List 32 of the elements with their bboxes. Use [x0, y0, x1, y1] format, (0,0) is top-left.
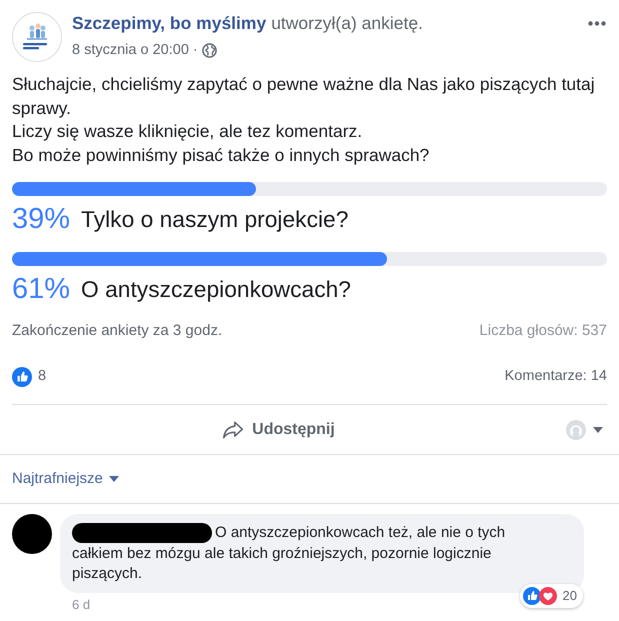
person-icon [566, 420, 586, 440]
poll-option-label[interactable]: O antyszczepionkowcach? [81, 278, 351, 300]
poll-option-label[interactable]: Tylko o naszym projekcie? [81, 208, 348, 230]
comment-age[interactable]: 6 d [72, 596, 90, 612]
share-button[interactable]: Udostępnij [222, 412, 335, 448]
post-text: Liczy się wasze kliknięcie, ale tez komentarz. [12, 120, 364, 143]
caret-icon [593, 426, 603, 432]
poll-time-left: Zakończenie ankiety za 3 godz. [12, 321, 222, 341]
reaction-count: 20 [562, 586, 577, 605]
logo-icon[interactable] [12, 12, 62, 62]
globe-icon [202, 42, 217, 58]
comment-sort-dropdown[interactable]: Najtrafniejsze [12, 468, 119, 490]
vote-count: Liczba głosów: 537 [479, 321, 607, 341]
poll-percent: 39% [12, 204, 70, 234]
share-icon [222, 420, 244, 440]
commenter-avatar[interactable] [12, 514, 52, 554]
like-icon [522, 586, 541, 604]
comment-text: O antyszczepionkowcach też, ale nie o tych całkiem bez mózgu ale takich groźniejszych, pozornie logicznie piszących. [72, 523, 506, 584]
reaction-count[interactable]: 8 [38, 366, 46, 388]
timestamp-link[interactable]: 8 stycznia o 20:00 [72, 41, 189, 59]
post-action-text: utworzył(a) ankietę. [271, 12, 423, 34]
caret-icon [108, 476, 119, 482]
post-text: Słuchajcie, chcieliśmy zapytać o pewne ważne dla Nas jako piszących tutaj sprawy. [12, 73, 596, 120]
like-icon [12, 367, 32, 387]
more-options-icon[interactable] [588, 21, 606, 26]
post-text: Bo może powinniśmy pisać także o innych sprawach? [12, 144, 430, 167]
audience-selector[interactable] [566, 420, 603, 440]
reactions-badge[interactable]: 20 [520, 584, 583, 608]
poll-percent: 61% [12, 274, 70, 304]
separator-dot: · [192, 41, 198, 59]
comment-count-link[interactable]: Komentarze: 14 [504, 366, 607, 388]
page-name-link[interactable]: Szczepimy, bo myślimy [72, 12, 266, 34]
